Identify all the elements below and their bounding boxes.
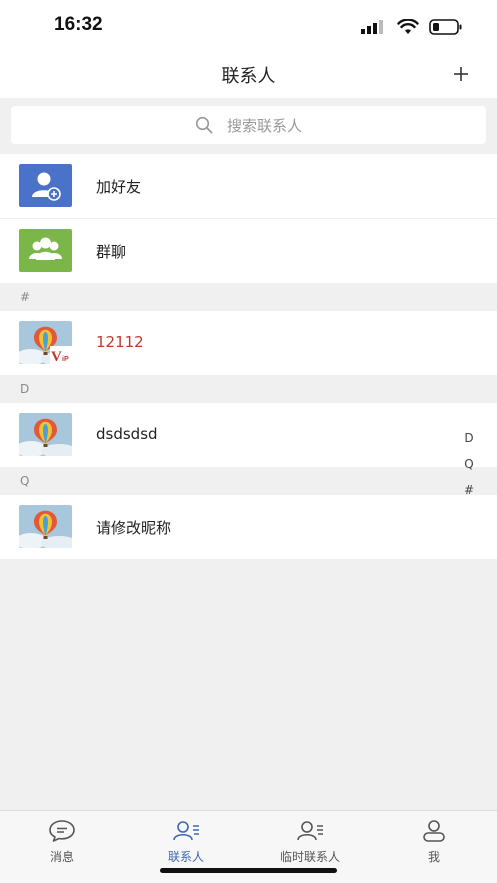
- contact-name: dsdsdsd: [96, 425, 158, 443]
- temp-contacts-icon: [297, 821, 323, 841]
- contacts-icon: [173, 821, 199, 841]
- avatar: V iP: [19, 321, 72, 364]
- avatar: [19, 505, 72, 548]
- contact-row[interactable]: 请修改昵称: [0, 495, 497, 559]
- index-letter-q[interactable]: Q: [462, 456, 476, 482]
- search-placeholder: 搜索联系人: [226, 116, 302, 135]
- cellular-signal-icon: [361, 20, 383, 34]
- tab-messages[interactable]: 消息: [2, 819, 122, 865]
- tab-temp-contacts[interactable]: 临时联系人: [250, 819, 370, 865]
- group-icon: [19, 229, 72, 272]
- add-friend-item[interactable]: 加好友: [0, 154, 497, 218]
- tab-me[interactable]: 我: [374, 819, 494, 865]
- contact-row[interactable]: dsdsdsd: [0, 403, 497, 467]
- search-input[interactable]: 搜索联系人: [11, 106, 486, 144]
- add-friend-icon: [19, 164, 72, 207]
- tab-label: 临时联系人: [279, 850, 340, 864]
- section-header: #: [0, 283, 497, 311]
- search-area: 搜索联系人: [0, 98, 497, 154]
- wifi-icon: [397, 19, 419, 34]
- tab-label: 我: [427, 850, 440, 864]
- section-letter: D: [20, 382, 30, 396]
- alphabet-index-bar[interactable]: D Q #: [462, 430, 476, 508]
- section-letter: Q: [20, 474, 30, 488]
- index-letter-d[interactable]: D: [462, 430, 476, 456]
- group-chat-label: 群聊: [96, 243, 127, 261]
- add-contact-button[interactable]: [445, 58, 477, 90]
- index-letter-hash[interactable]: #: [462, 482, 476, 508]
- chat-bubble-icon: [49, 820, 75, 842]
- search-icon: [195, 116, 213, 134]
- svg-text:iP: iP: [62, 356, 69, 363]
- avatar: [19, 413, 72, 456]
- contact-row[interactable]: V iP 12112: [0, 311, 497, 375]
- battery-icon: [429, 19, 462, 35]
- section-letter: #: [20, 290, 31, 304]
- section-header: D: [0, 375, 497, 403]
- home-indicator: [160, 868, 337, 873]
- add-friend-label: 加好友: [96, 178, 142, 196]
- contact-name: 请修改昵称: [96, 519, 172, 537]
- status-bar: 16:32: [0, 0, 497, 52]
- status-time: 16:32: [54, 14, 103, 35]
- tab-label: 消息: [49, 850, 74, 864]
- section-header: Q: [0, 467, 497, 495]
- status-icons: [361, 17, 463, 37]
- profile-icon: [423, 820, 445, 842]
- page-title: 联系人: [221, 66, 276, 87]
- group-chat-item[interactable]: 群聊: [0, 219, 497, 283]
- vip-badge-icon: V iP: [50, 346, 72, 364]
- plus-icon: [454, 67, 468, 81]
- contact-name: 12112: [96, 333, 144, 351]
- tab-label: 联系人: [167, 850, 204, 864]
- svg-text:V: V: [51, 349, 62, 364]
- tab-contacts[interactable]: 联系人: [126, 819, 246, 865]
- nav-bar: 联系人: [0, 52, 497, 98]
